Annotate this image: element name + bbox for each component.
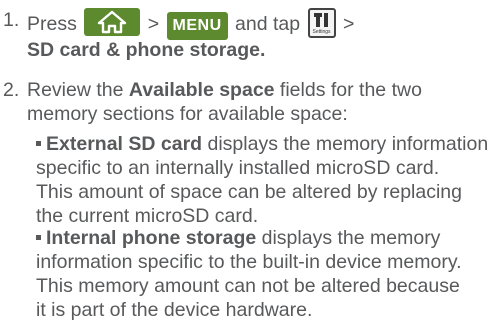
and-tap-label: and tap: [235, 13, 301, 35]
step-number: 1.: [3, 9, 20, 31]
text-segment: displays the memory: [256, 227, 441, 249]
menu-key: MENU: [166, 12, 228, 40]
bullet-text: External SD card displays the memory inf…: [36, 132, 488, 228]
bullet-line: This memory amount can not be altered be…: [36, 275, 460, 297]
tools-glyph: [313, 13, 328, 27]
step-2-line-2: memory sections for available space:: [27, 103, 348, 125]
bullet-line: specific to an internally installed micr…: [36, 157, 440, 179]
bullet-text: Internal phone storage displays the memo…: [36, 226, 462, 322]
bullet-marker: [36, 235, 41, 240]
bullet-term: Internal phone storage: [46, 227, 257, 249]
home-key: [84, 8, 141, 36]
separator: >: [147, 13, 160, 35]
press-label: Press: [27, 13, 77, 35]
step-1-text: Press > MENU and tap Settings >: [27, 8, 354, 40]
available-space-term: Available space: [128, 79, 275, 101]
bullet-line: information specific to the built-in dev…: [36, 251, 462, 273]
bullet-marker: [36, 141, 41, 146]
bullet-line: Internal phone storage displays the memo…: [36, 226, 462, 250]
bullet-line: External SD card displays the memory inf…: [36, 132, 488, 156]
step-2-text: Review the Available space fields for th…: [27, 78, 422, 126]
text-segment: displays the memory information: [202, 133, 488, 155]
settings-icon: Settings: [307, 8, 336, 38]
step-2-line-1: Review the Available space fields for th…: [27, 78, 422, 102]
separator: >: [342, 13, 355, 35]
bullet-line: it is part of the device hardware.: [36, 299, 313, 321]
menu-path: SD card & phone storage.: [27, 39, 266, 61]
text-segment: Review the: [27, 79, 129, 101]
home-icon: [98, 10, 127, 34]
text-segment: fields for the two: [274, 79, 422, 101]
settings-caption: Settings: [312, 29, 331, 35]
bullet-line: the current microSD card.: [36, 205, 259, 227]
bullet-line: This amount of space can be altered by r…: [36, 181, 463, 203]
bullet-term: External SD card: [46, 133, 203, 155]
step-number: 2.: [3, 79, 20, 101]
